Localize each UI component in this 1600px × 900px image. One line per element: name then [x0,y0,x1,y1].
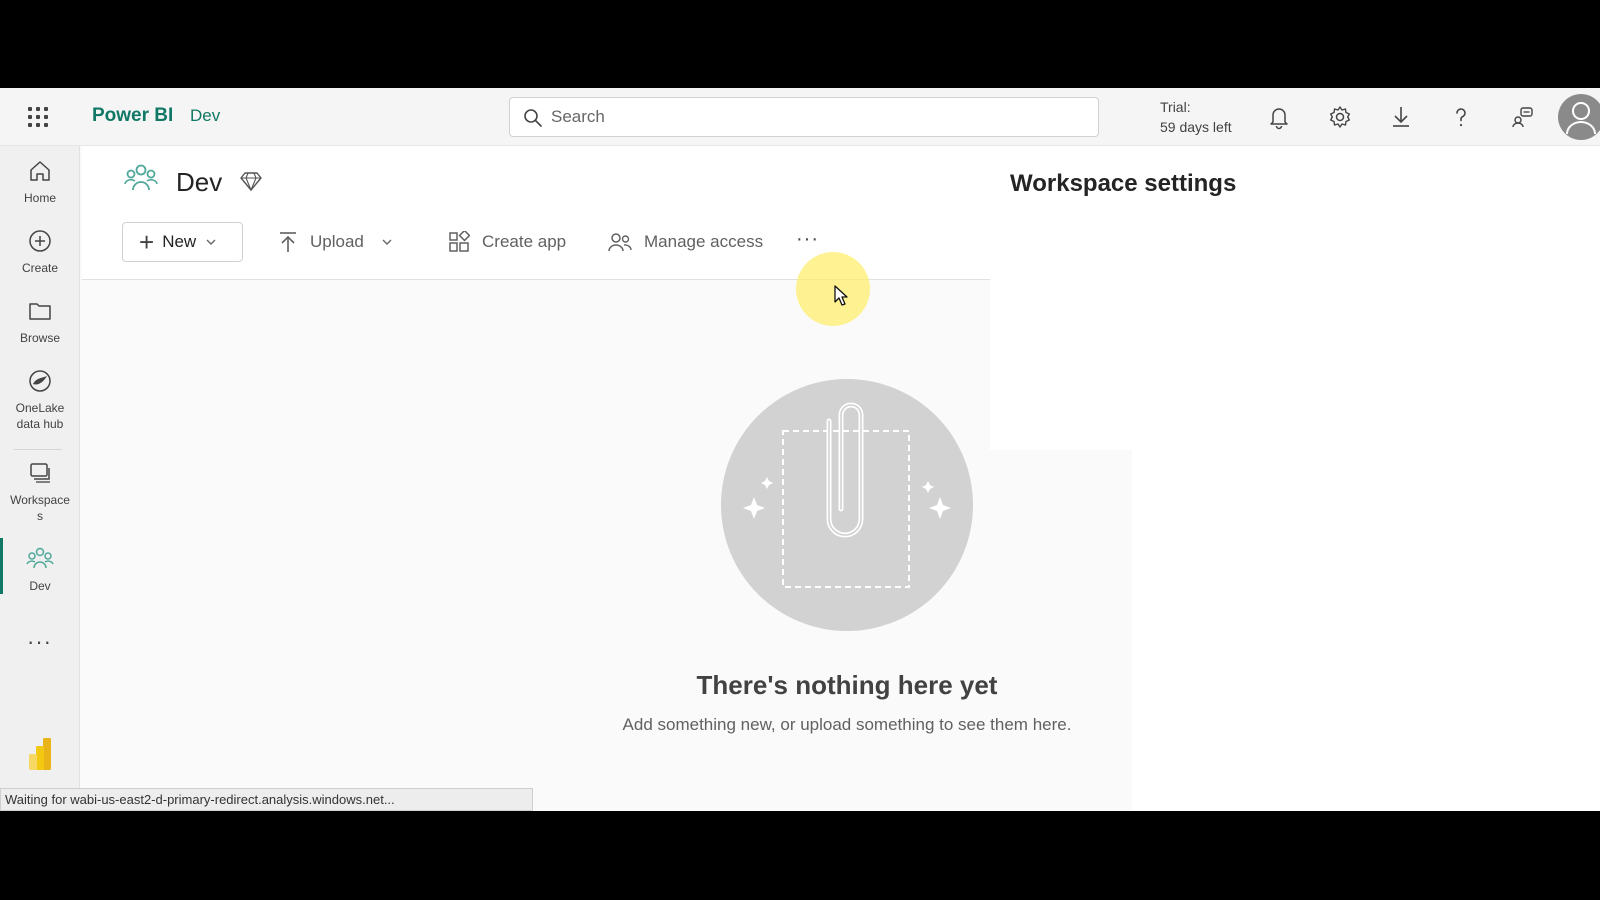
left-navigation-rail: Home Create Browse OneLake data hub Work… [0,146,80,811]
rail-item-create[interactable]: Create [0,228,80,276]
rail-label-onelake-1: OneLake [15,401,65,415]
new-button-label: New [162,232,197,251]
app-launcher-icon[interactable] [26,105,50,129]
upload-button-label: Upload [310,232,364,251]
breadcrumb-workspace[interactable]: Dev [190,106,220,126]
upload-icon [280,232,296,252]
rail-item-workspaces[interactable]: Workspace s [0,460,80,524]
rail-label-create: Create [21,261,59,275]
home-icon [30,161,50,181]
rail-label-workspaces-2: s [37,509,43,523]
download-icon[interactable] [1388,104,1414,130]
manage-access-label: Manage access [644,232,764,251]
rail-label-home: Home [23,191,56,205]
rail-label-onelake-2: data hub [16,417,64,431]
browser-status-bar: Waiting for wabi-us-east2-d-primary-redi… [0,788,533,811]
onelake-icon [29,370,51,392]
rail-item-browse[interactable]: Browse [0,298,80,346]
plus-icon: + [139,227,155,257]
screen: Power BI Dev Trial: 59 days left [0,88,1600,811]
feedback-icon[interactable] [1509,104,1535,130]
trial-status: Trial: 59 days left [1160,97,1232,137]
upload-button[interactable]: Upload [278,222,404,262]
rail-label-browse: Browse [19,331,60,345]
workspace-settings-title: Workspace settings [1010,170,1237,197]
search-input[interactable] [551,106,1071,128]
people-icon [608,233,632,252]
new-button[interactable]: + New [122,222,243,262]
rail-item-onelake-data-hub[interactable]: OneLake data hub [0,368,80,432]
settings-gear-icon[interactable] [1327,104,1353,130]
chevron-down-icon [382,239,392,245]
workspace-people-icon [124,164,158,191]
workspaces-icon [30,463,50,483]
top-bar: Power BI Dev Trial: 59 days left [0,88,1600,146]
empty-state-illustration [721,379,973,631]
empty-state-subtitle: Add something new, or upload something t… [622,715,1072,734]
create-app-button[interactable]: Create app [448,222,566,262]
person-icon [1566,102,1596,135]
notifications-bell-icon[interactable] [1266,104,1292,130]
premium-diamond-icon[interactable] [240,170,262,192]
empty-state-title: There's nothing here yet [696,670,998,700]
search-icon [524,109,542,127]
trial-label: Trial: [1160,99,1191,115]
rail-item-home[interactable]: Home [0,158,80,206]
rail-more-button[interactable]: ··· [27,629,52,655]
workspace-settings-panel-body [1132,450,1600,811]
power-bi-logo-icon [29,738,51,770]
more-options-button[interactable]: ··· [796,228,819,251]
folder-icon [29,303,51,320]
manage-access-button[interactable]: Manage access [608,222,763,262]
cursor-highlight [796,252,870,326]
user-avatar[interactable] [1558,94,1600,140]
rail-item-dev[interactable]: Dev [0,546,80,594]
help-icon[interactable] [1448,104,1474,130]
dev-workspace-icon [26,547,54,569]
app-grid-icon [449,231,470,252]
rail-divider [14,449,62,450]
rail-label-dev: Dev [29,579,51,593]
mouse-cursor-icon [834,285,848,306]
search-box[interactable] [509,97,1099,137]
paperclip-icon [743,402,951,588]
brand-title[interactable]: Power BI [92,105,173,127]
rail-label-workspaces-1: Workspace [10,493,70,507]
workspace-settings-panel: Workspace settings [990,146,1600,450]
page-title: Dev [176,167,223,197]
chevron-down-icon [206,239,216,245]
create-icon [29,230,51,252]
trial-days-left: 59 days left [1160,119,1232,135]
create-app-label: Create app [482,232,567,251]
